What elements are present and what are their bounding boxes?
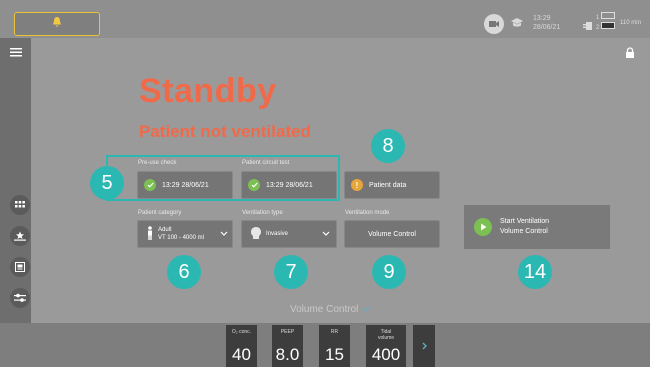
battery-indicator: 1 2 xyxy=(596,12,616,32)
check-icon xyxy=(248,179,260,191)
preuse-check-time: 13:29 28/06/21 xyxy=(162,181,209,189)
chevron-down-icon xyxy=(220,231,228,238)
graduation-cap-icon[interactable] xyxy=(510,16,524,35)
circuit-test-time: 13:29 28/06/21 xyxy=(266,181,313,189)
time-text: 13:29 xyxy=(533,15,551,22)
param-tidal-label: Tidal volume xyxy=(377,329,395,341)
patient-data-label: Patient data xyxy=(369,181,407,189)
menu-button[interactable] xyxy=(5,44,27,62)
play-icon xyxy=(474,218,492,236)
callout-7: 7 xyxy=(274,255,308,289)
start-ventilation-button[interactable]: Start Ventilation Volume Control xyxy=(463,204,611,250)
start-ventilation-line2: Volume Control xyxy=(500,228,548,235)
battery-time: 110 min xyxy=(620,20,641,26)
callout-6: 6 xyxy=(167,255,201,289)
ventilation-mode-label: Ventilation mode xyxy=(345,210,390,216)
circuit-test-label: Patient circuit test xyxy=(242,160,290,166)
battery-1-label: 1 xyxy=(596,15,600,21)
ventilation-mode-select[interactable]: Volume Control xyxy=(344,220,440,248)
bell-icon xyxy=(51,15,63,33)
next-params-button[interactable] xyxy=(413,325,435,367)
sliders-icon[interactable] xyxy=(10,288,30,308)
adult-person-icon xyxy=(146,226,154,242)
param-rr[interactable]: RR 15 xyxy=(319,325,350,367)
head-profile-icon xyxy=(250,226,262,242)
ventilation-type-label: Ventilation type xyxy=(242,210,283,216)
param-peep-value: 8.0 xyxy=(275,345,300,364)
chevron-right-icon xyxy=(422,337,427,355)
param-peep-label: PEEP xyxy=(280,329,295,335)
warning-icon: ! xyxy=(351,179,363,191)
clock: 13:29 28/06/21 xyxy=(533,14,560,32)
hamburger-icon xyxy=(10,44,22,62)
lock-icon[interactable] xyxy=(625,46,635,64)
param-tidal-value: 400 xyxy=(371,345,401,364)
patient-category-label: Patient category xyxy=(138,210,182,216)
ventilation-mode-selector[interactable]: Volume Control xyxy=(290,304,370,315)
patient-category-select[interactable]: Adult VT 100 - 4000 ml xyxy=(137,220,233,248)
preuse-check-label: Pre-use check xyxy=(138,160,177,166)
mode-selector-label: Volume Control xyxy=(290,304,359,315)
chevron-down-icon xyxy=(363,304,370,315)
standby-title: Standby xyxy=(139,72,277,110)
start-ventilation-text: Start Ventilation Volume Control xyxy=(500,217,549,237)
star-settings-icon[interactable] xyxy=(10,226,30,246)
patient-category-value: Adult VT 100 - 4000 ml xyxy=(158,226,204,242)
patient-category-line2: VT 100 - 4000 ml xyxy=(158,235,204,241)
chevron-down-icon xyxy=(322,231,330,238)
param-o2-value: 40 xyxy=(232,345,251,364)
callout-14: 14 xyxy=(518,255,552,289)
callout-9: 9 xyxy=(372,255,406,289)
start-ventilation-line1: Start Ventilation xyxy=(500,218,550,225)
param-rr-label: RR xyxy=(330,329,339,335)
callout-5: 5 xyxy=(90,166,124,200)
patient-category-line1: Adult xyxy=(158,227,172,233)
ventilation-mode-value: Volume Control xyxy=(368,230,416,238)
plug-icon xyxy=(582,18,594,36)
battery-2-icon xyxy=(601,22,616,29)
display-icon[interactable] xyxy=(10,257,30,277)
param-o2-conc[interactable]: O₂ conc. 40 xyxy=(226,325,257,367)
circuit-test-button[interactable]: 13:29 28/06/21 xyxy=(241,171,337,199)
param-tidal-volume[interactable]: Tidal volume 400 xyxy=(366,325,406,367)
preuse-check-button[interactable]: 13:29 28/06/21 xyxy=(137,171,233,199)
camera-icon[interactable] xyxy=(484,14,504,34)
battery-2-label: 2 xyxy=(596,25,600,31)
battery-1-icon xyxy=(601,12,616,19)
alarm-button[interactable] xyxy=(14,12,100,36)
callout-8: 8 xyxy=(371,129,405,163)
patient-data-button[interactable]: ! Patient data xyxy=(344,171,440,199)
param-peep[interactable]: PEEP 8.0 xyxy=(272,325,303,367)
param-o2-label: O₂ conc. xyxy=(231,329,252,335)
param-rr-value: 15 xyxy=(325,345,344,364)
ventilation-type-select[interactable]: Invasive xyxy=(241,220,337,248)
check-icon xyxy=(144,179,156,191)
ventilation-type-value: Invasive xyxy=(266,231,289,237)
left-sidebar xyxy=(0,38,31,323)
status-subtitle: Patient not ventilated xyxy=(139,122,311,141)
grid-icon[interactable] xyxy=(10,195,30,215)
date-text: 28/06/21 xyxy=(533,24,561,31)
